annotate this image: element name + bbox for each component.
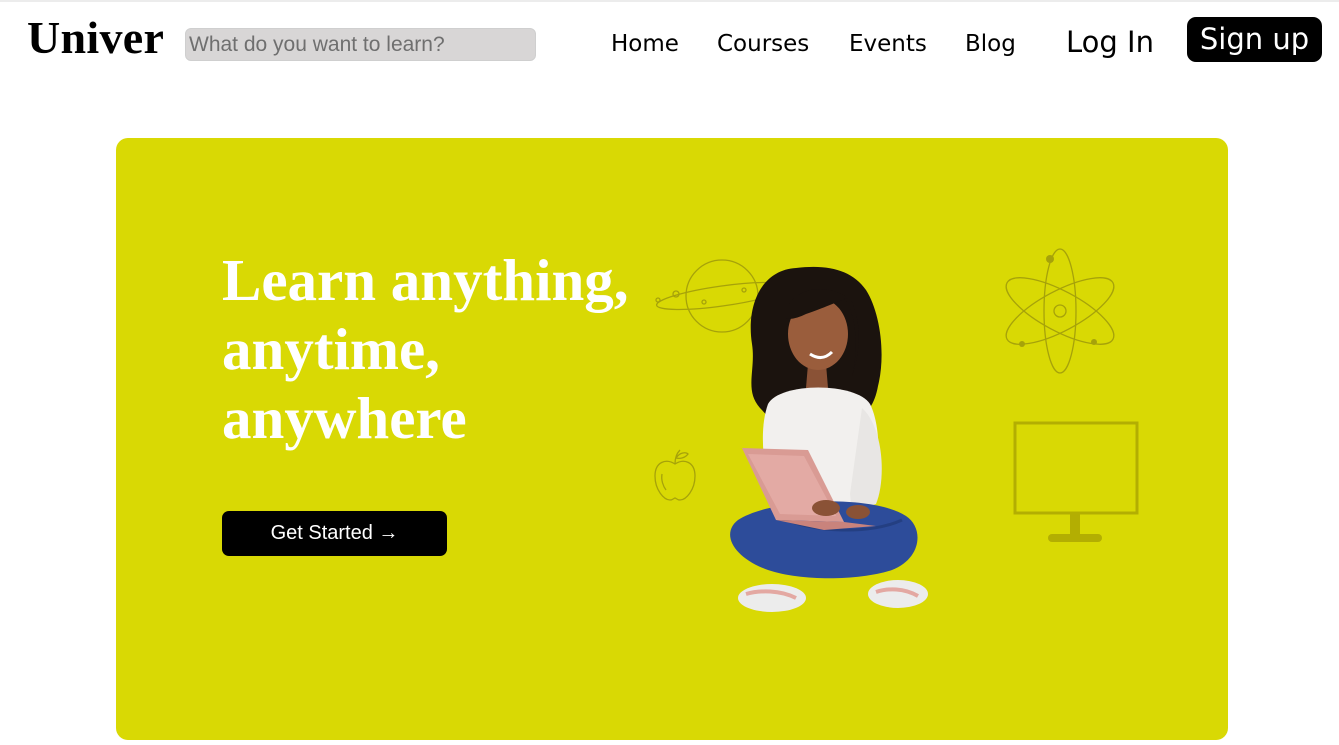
signup-button[interactable]: Sign up: [1187, 17, 1322, 62]
top-divider: [0, 0, 1339, 2]
nav-events[interactable]: Events: [849, 28, 927, 60]
get-started-button[interactable]: Get Started →: [222, 511, 447, 556]
brand-logo[interactable]: Univer: [27, 10, 164, 66]
headline-line-3: anywhere: [222, 385, 467, 451]
search-input[interactable]: [185, 28, 536, 61]
monitor-icon: [1013, 421, 1139, 542]
nav-courses[interactable]: Courses: [717, 28, 809, 60]
student-with-laptop: [730, 266, 928, 612]
hero-headline: Learn anything, anytime, anywhere: [222, 246, 629, 453]
hero-banner: Learn anything, anytime, anywhere Get St…: [116, 138, 1228, 740]
nav-home[interactable]: Home: [611, 28, 679, 60]
headline-line-2: anytime,: [222, 316, 440, 382]
headline-line-1: Learn anything,: [222, 247, 629, 313]
atom-icon: [1005, 248, 1115, 374]
nav-blog[interactable]: Blog: [965, 28, 1016, 60]
login-link[interactable]: Log In: [1066, 22, 1154, 62]
